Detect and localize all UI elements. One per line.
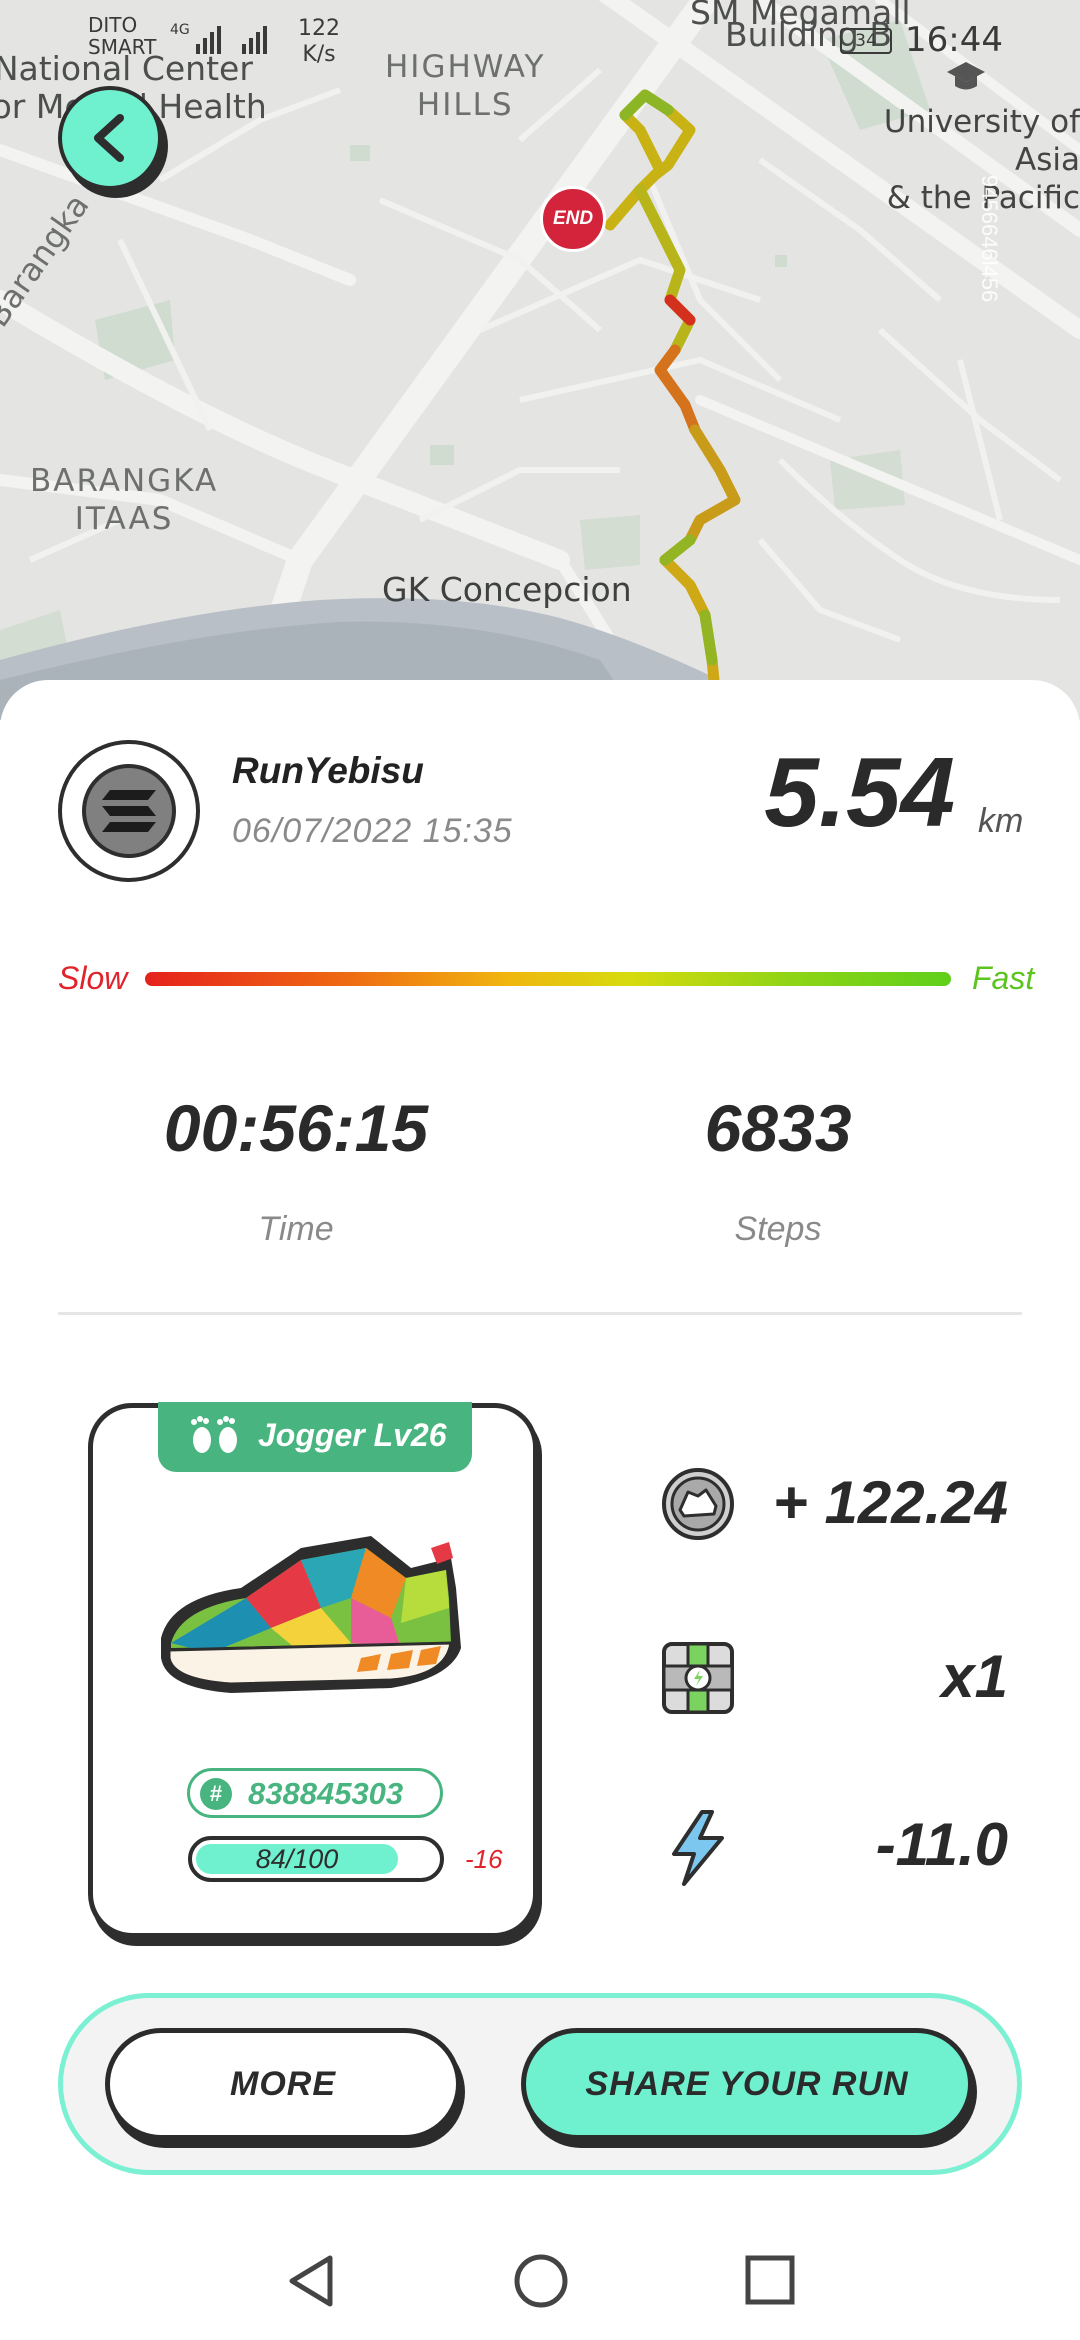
map-label-highway-hills: HIGHWAY HILLS <box>385 49 546 123</box>
token-id-badge: # 838845303 <box>187 1768 443 1818</box>
svg-text:4G: 4G <box>170 22 190 38</box>
divider <box>58 1312 1022 1315</box>
battery-indicator: 34 <box>840 28 892 54</box>
level-text: Jogger Lv26 <box>258 1417 447 1453</box>
map-label-gk-concepcion: GK Concepcion <box>382 570 632 609</box>
map-label-university: University of Asia & the Pacific <box>883 104 1080 216</box>
system-nav-bar <box>0 2220 1080 2340</box>
more-button[interactable]: MORE <box>105 2028 461 2140</box>
steps-label: Steps <box>734 1210 822 1248</box>
run-summary-sheet: RunYebisu 06/07/2022 15:35 5.54 km Slow … <box>0 680 1080 2340</box>
nav-home-icon[interactable] <box>512 2252 570 2310</box>
back-button[interactable] <box>58 86 162 190</box>
speed-value: 122 <box>298 16 340 41</box>
signal-icon: 4G <box>170 22 267 54</box>
hash-icon: # <box>200 1778 232 1810</box>
lightning-icon <box>672 1810 724 1886</box>
run-datetime: 06/07/2022 15:35 <box>232 812 513 850</box>
distance-value: 5.54 <box>764 737 955 847</box>
speed-unit: K/s <box>302 42 336 67</box>
durability-text: 84/100 <box>255 1844 339 1874</box>
durability-delta: -16 <box>465 1844 503 1874</box>
gst-reward-value: + 122.24 <box>772 1469 1008 1536</box>
watermark-text: 9456646l456 <box>977 175 1002 303</box>
distance-unit: km <box>978 802 1024 840</box>
carrier-top: DITO <box>88 13 138 37</box>
route-map[interactable]: National Center for Mental Health HIGHWA… <box>0 0 1080 720</box>
avatar <box>58 740 200 882</box>
mystery-box-icon <box>662 1642 734 1714</box>
status-carrier: DITO SMART <box>88 14 156 58</box>
token-id-number: 838845303 <box>248 1776 404 1811</box>
route-end-marker: END <box>540 186 606 252</box>
graduation-cap-icon <box>947 62 985 90</box>
nav-back-icon[interactable] <box>284 2252 338 2310</box>
sneaker-coin-icon <box>662 1468 734 1540</box>
box-reward-value: x1 <box>941 1643 1008 1710</box>
status-speed: 122 K/s <box>298 16 340 68</box>
speed-scale-slow: Slow <box>58 960 128 996</box>
status-time: 16:44 <box>905 20 1003 60</box>
nav-recents-icon[interactable] <box>744 2252 798 2310</box>
action-bar: MORE SHARE YOUR RUN <box>58 1993 1022 2175</box>
sneaker-image <box>161 1536 461 1693</box>
durability-bar: 84/100 <box>188 1836 444 1882</box>
steps-value: 6833 <box>704 1091 852 1165</box>
speed-scale-fast: Fast <box>972 960 1035 996</box>
solana-logo-icon <box>102 790 156 832</box>
time-value: 00:56:15 <box>163 1091 429 1165</box>
chevron-left-icon <box>94 114 124 162</box>
carrier-bottom: SMART <box>88 35 157 59</box>
username: RunYebisu <box>232 750 424 791</box>
energy-reward-value: -11.0 <box>875 1811 1008 1878</box>
share-run-button[interactable]: SHARE YOUR RUN <box>521 2028 973 2140</box>
time-label: Time <box>258 1210 334 1248</box>
footprints-icon <box>191 1416 237 1453</box>
sneaker-card[interactable]: Jogger Lv26 # 838845303 84/100 -16 <box>88 1402 538 1938</box>
map-label-barangka-itaas: BARANGKA ITAAS <box>30 463 219 537</box>
speed-gradient-bar <box>145 972 951 986</box>
level-badge: Jogger Lv26 <box>158 1402 472 1472</box>
